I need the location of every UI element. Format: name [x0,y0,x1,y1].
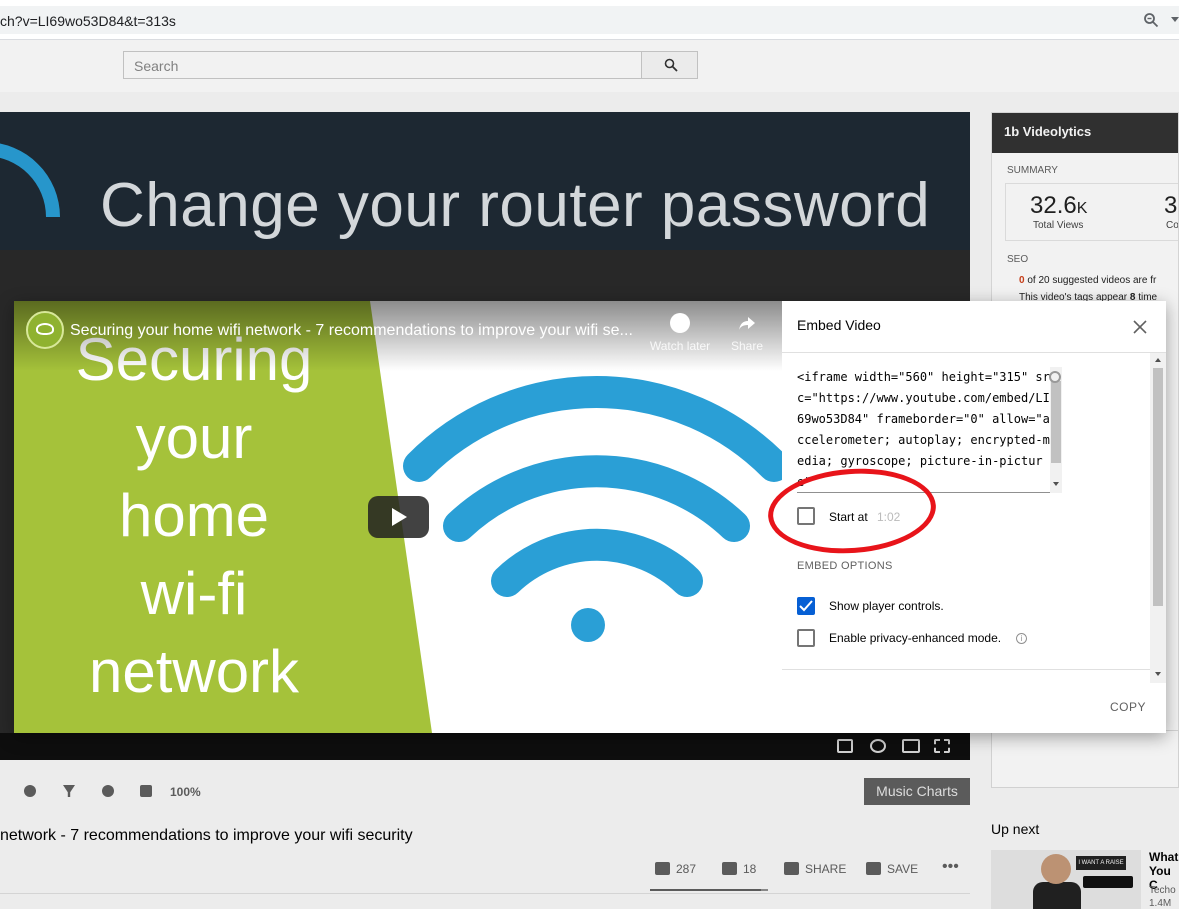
scroll-down-arrow-icon[interactable] [1155,672,1161,676]
start-at-checkbox[interactable] [797,507,815,525]
zoom-icon[interactable] [1143,12,1159,28]
info-icon[interactable]: i [1016,633,1027,644]
embed-options-panel: Embed Video <iframe width="560" height="… [782,301,1166,733]
embed-preview[interactable]: Securing your home wi-fi network Securin… [14,301,782,733]
embed-video-dialog: Securing your home wi-fi network Securin… [14,301,1166,733]
show-controls-label: Show player controls. [829,599,944,613]
url-text[interactable]: ch?v=LI69wo53D84&t=313s [0,13,176,29]
share-arrow-icon [739,317,755,330]
thumb-text-line: wi-fi [140,560,248,627]
thumb-text-line: your [135,404,253,471]
url-field[interactable] [0,6,1179,34]
divider [782,352,1166,353]
divider [782,669,1150,670]
scroll-up-arrow-icon[interactable] [1155,358,1161,362]
embed-code-textarea[interactable]: <iframe width="560" height="315" src="ht… [797,367,1055,493]
thumb-text-line: home [118,482,270,549]
privacy-mode-checkbox[interactable] [797,629,815,647]
close-icon[interactable] [1132,319,1148,335]
channel-avatar[interactable] [26,311,64,349]
watch-later-button[interactable]: Watch later [648,313,712,353]
embed-options-heading: EMBED OPTIONS [797,560,893,572]
show-controls-checkbox[interactable] [797,597,815,615]
preview-share-label: Share [730,339,764,353]
dropdown-caret-icon[interactable] [1171,17,1179,22]
preview-title[interactable]: Securing your home wifi network - 7 reco… [70,322,640,340]
clock-icon [670,313,690,333]
preview-share-button[interactable]: Share [722,313,772,353]
play-icon [392,508,407,526]
watch-later-label: Watch later [649,339,711,353]
copy-button[interactable]: COPY [1110,700,1146,714]
start-at-label: Start at [829,510,868,524]
thumb-text-line: network [88,638,300,705]
start-at-time-input[interactable]: 1:02 [877,510,900,524]
dialog-title: Embed Video [797,317,881,333]
browser-address-bar: ch?v=LI69wo53D84&t=313s [0,0,1179,40]
play-button[interactable] [368,496,429,538]
privacy-mode-label: Enable privacy-enhanced mode. [829,631,1002,645]
clear-icon[interactable] [1049,371,1061,383]
eye-logo-icon [36,323,54,335]
options-scrollbar-thumb[interactable] [1153,368,1163,606]
scroll-down-arrow-icon[interactable] [1053,482,1059,486]
checkmark-icon [799,600,813,612]
code-scrollbar-thumb[interactable] [1051,381,1061,463]
